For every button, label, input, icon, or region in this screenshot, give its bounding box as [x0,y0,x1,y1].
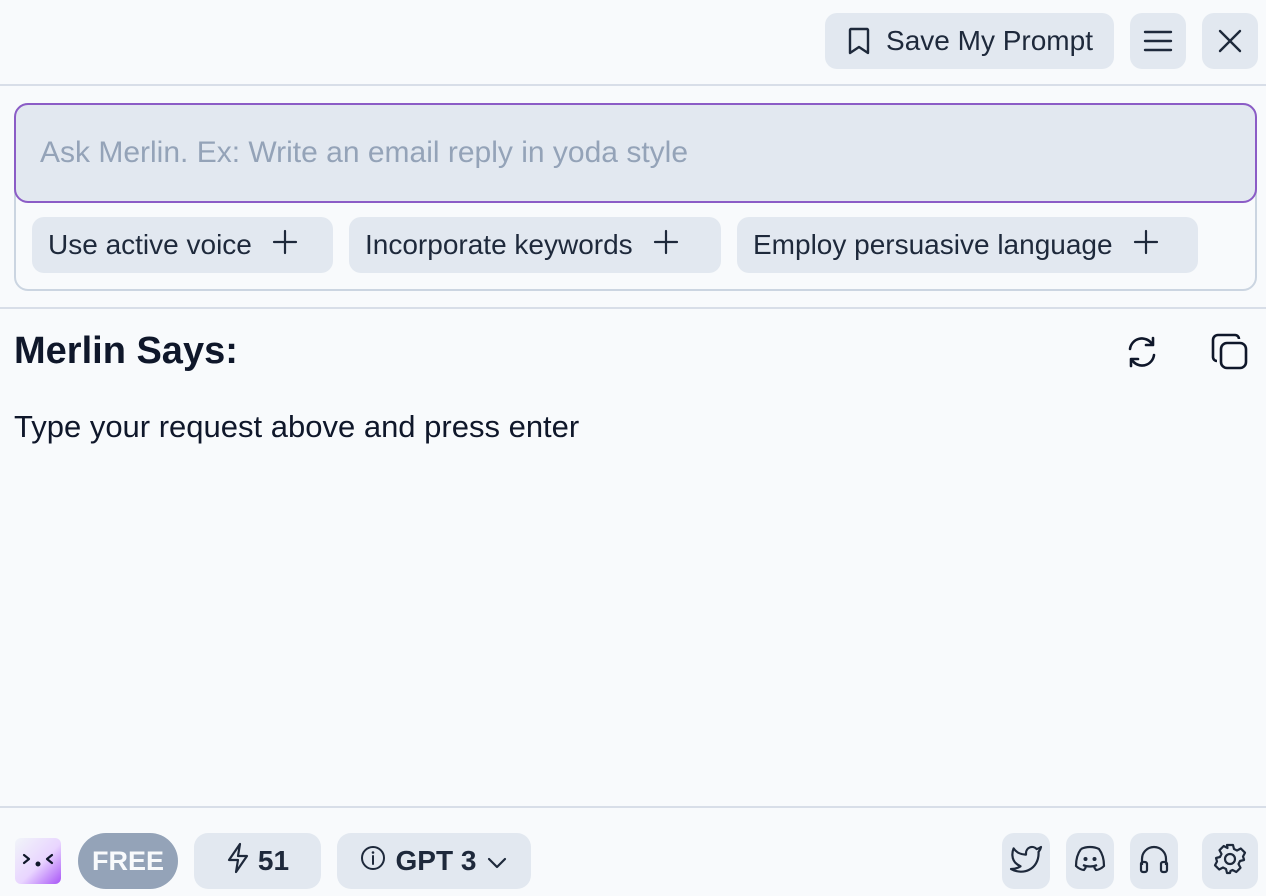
save-prompt-label: Save My Prompt [886,25,1093,56]
discord-button[interactable] [1066,833,1114,889]
footer-divider [0,806,1266,808]
plus-icon [653,229,679,262]
suggestion-chip-active-voice[interactable]: Use active voice [32,217,333,273]
bolt-icon [226,842,250,881]
suggestion-label: Use active voice [48,229,252,260]
model-label: GPT 3 [395,845,477,876]
menu-button[interactable] [1130,13,1186,69]
suggestion-chip-persuasive[interactable]: Employ persuasive language [737,217,1198,273]
close-button[interactable] [1202,13,1258,69]
plan-badge: FREE [78,833,178,889]
twitter-button[interactable] [1002,833,1050,889]
model-selector[interactable]: GPT 3 [337,833,531,889]
response-title: Merlin Says: [14,330,238,372]
copy-button[interactable] [1206,330,1254,378]
refresh-icon [1124,334,1160,375]
credits-counter[interactable]: 51 [194,833,321,889]
settings-button[interactable] [1202,833,1258,889]
suggestion-label: Incorporate keywords [365,229,633,260]
merlin-logo[interactable] [15,838,61,884]
twitter-icon [1009,844,1043,879]
headphones-icon [1138,843,1170,880]
suggestion-label: Employ persuasive language [753,229,1113,260]
support-button[interactable] [1130,833,1178,889]
response-text: Type your request above and press enter [14,409,580,444]
plus-icon [272,229,298,262]
close-icon [1217,28,1243,54]
top-bar: Save My Prompt [0,0,1266,86]
credits-value: 51 [257,845,290,876]
prompt-input[interactable] [14,103,1257,203]
bookmark-icon [846,26,872,56]
chevron-down-icon [486,845,508,877]
copy-icon [1210,332,1250,377]
refresh-button[interactable] [1118,330,1166,378]
plus-icon [1133,229,1159,262]
suggestion-chip-keywords[interactable]: Incorporate keywords [349,217,721,273]
save-prompt-button[interactable]: Save My Prompt [825,13,1114,69]
gear-icon [1213,842,1247,881]
section-divider [0,307,1266,309]
discord-icon [1073,845,1107,878]
info-icon [360,845,386,878]
menu-icon [1143,29,1173,53]
